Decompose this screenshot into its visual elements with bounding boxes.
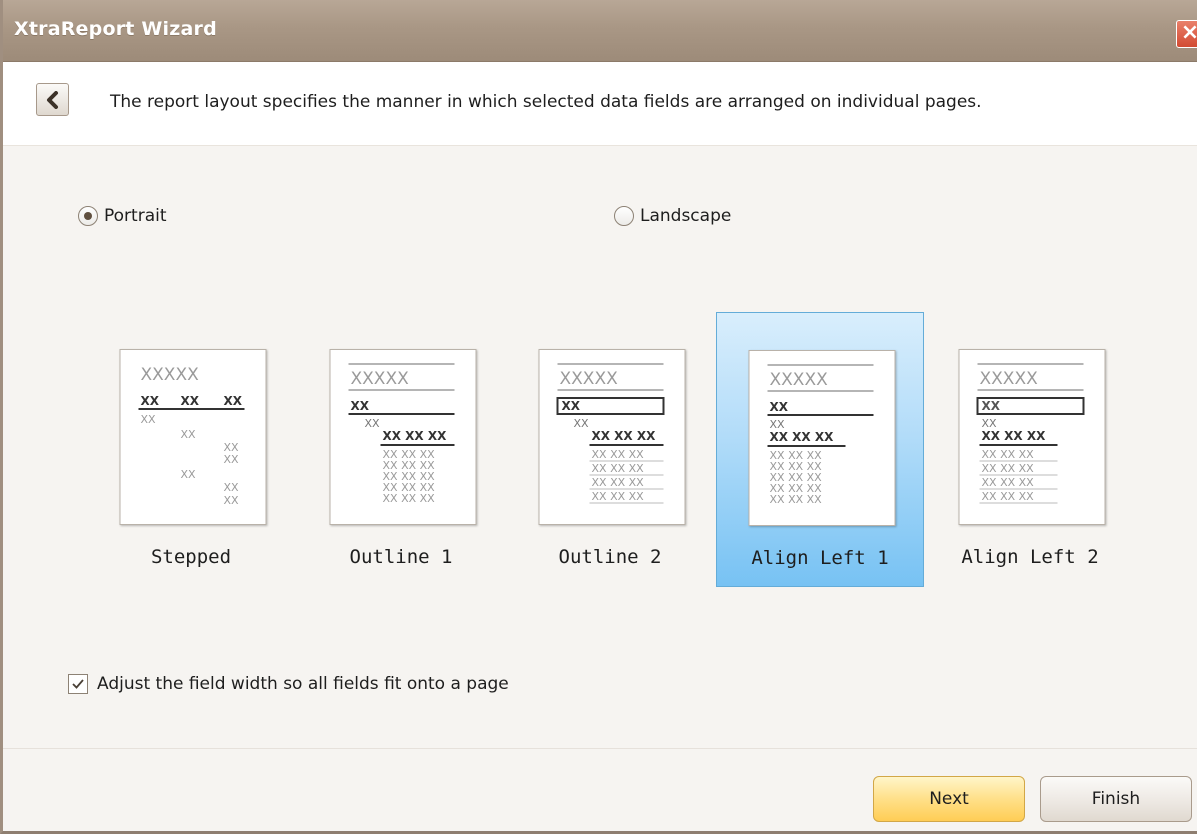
adjust-width-checkbox[interactable]: Adjust the field width so all fields fit… xyxy=(68,674,509,694)
landscape-label: Landscape xyxy=(640,206,732,226)
svg-text:XX: XX xyxy=(181,394,200,408)
layout-stepped[interactable]: XXXXX XX XX XX XX XX XX XX XX XX XX Step… xyxy=(87,312,295,587)
svg-text:XX XX XX: XX XX XX xyxy=(592,462,645,475)
svg-text:XX XX XX: XX XX XX xyxy=(592,476,645,489)
header-description: The report layout specifies the manner i… xyxy=(110,92,982,112)
wizard-header: The report layout specifies the manner i… xyxy=(3,62,1197,146)
svg-text:XX: XX xyxy=(224,394,243,408)
landscape-radio[interactable]: Landscape xyxy=(614,206,731,226)
svg-text:XX: XX xyxy=(982,399,1001,413)
align-left-1-thumbnail: XXXXX XX XX XX XX XX XX XX XX XX XX XX X… xyxy=(748,350,896,526)
svg-text:XX: XX xyxy=(181,468,197,481)
svg-text:XX XX XX: XX XX XX xyxy=(770,430,835,444)
layout-label: Outline 1 xyxy=(349,546,453,568)
svg-text:XX XX XX: XX XX XX xyxy=(982,429,1047,443)
next-button[interactable]: Next xyxy=(873,776,1025,822)
svg-text:XX XX XX: XX XX XX xyxy=(982,490,1035,503)
svg-text:XX XX XX: XX XX XX xyxy=(383,429,448,443)
svg-text:XXXXX: XXXXX xyxy=(770,370,829,390)
radio-button-icon xyxy=(78,206,98,226)
svg-text:XX: XX xyxy=(224,494,240,507)
svg-text:XX: XX xyxy=(141,413,157,426)
svg-text:XX: XX xyxy=(224,453,240,466)
layout-align-left-1[interactable]: XXXXX XX XX XX XX XX XX XX XX XX XX XX X… xyxy=(716,312,924,587)
title-bar: XtraReport Wizard × xyxy=(3,0,1197,62)
window-title: XtraReport Wizard xyxy=(14,18,217,40)
svg-text:XXXXX: XXXXX xyxy=(351,369,410,389)
layout-label: Align Left 1 xyxy=(751,547,889,569)
align-left-2-thumbnail: XXXXX XX XX XX XX XX XX XX XX XX XX XX X… xyxy=(958,349,1106,525)
portrait-radio[interactable]: Portrait xyxy=(78,206,167,226)
finish-button[interactable]: Finish xyxy=(1040,776,1192,822)
svg-text:XX: XX xyxy=(351,399,370,413)
svg-text:XXXXX: XXXXX xyxy=(560,369,619,389)
back-button[interactable] xyxy=(36,83,69,116)
svg-text:XXXXX: XXXXX xyxy=(980,369,1039,389)
svg-text:XX XX XX: XX XX XX xyxy=(982,462,1035,475)
radio-button-icon xyxy=(614,206,634,226)
adjust-width-label: Adjust the field width so all fields fit… xyxy=(97,674,509,694)
back-arrow-icon xyxy=(47,91,58,109)
layout-label: Outline 2 xyxy=(558,546,662,568)
close-icon[interactable]: × xyxy=(1176,20,1197,48)
layout-outline-1[interactable]: XXXXX XX XX XX XX XX XX XX XX XX XX XX X… xyxy=(297,312,505,587)
portrait-label: Portrait xyxy=(104,206,167,226)
svg-text:XX: XX xyxy=(365,417,381,430)
checkbox-icon xyxy=(68,674,88,694)
svg-text:XX: XX xyxy=(562,399,581,413)
stepped-thumbnail: XXXXX XX XX XX XX XX XX XX XX XX XX xyxy=(119,349,267,525)
svg-text:XX: XX xyxy=(181,428,197,441)
svg-text:XX: XX xyxy=(141,394,160,408)
svg-text:XX XX XX: XX XX XX xyxy=(982,448,1035,461)
svg-text:XX XX XX: XX XX XX xyxy=(383,492,436,505)
layout-outline-2[interactable]: XXXXX XX XX XX XX XX XX XX XX XX XX XX X… xyxy=(506,312,714,587)
svg-text:XX: XX xyxy=(574,417,590,430)
footer-divider xyxy=(3,748,1197,749)
outline-2-thumbnail: XXXXX XX XX XX XX XX XX XX XX XX XX XX X… xyxy=(538,349,686,525)
svg-text:XX XX XX: XX XX XX xyxy=(982,476,1035,489)
layout-label: Stepped xyxy=(150,546,232,568)
layout-label: Align Left 2 xyxy=(961,546,1099,568)
svg-text:XX XX XX: XX XX XX xyxy=(592,490,645,503)
svg-text:XX XX XX: XX XX XX xyxy=(592,429,657,443)
svg-text:XXXXX: XXXXX xyxy=(141,365,200,385)
layout-align-left-2[interactable]: XXXXX XX XX XX XX XX XX XX XX XX XX XX X… xyxy=(926,312,1134,587)
wizard-window: XtraReport Wizard × The report layout sp… xyxy=(0,0,1197,834)
outline-1-thumbnail: XXXXX XX XX XX XX XX XX XX XX XX XX XX X… xyxy=(329,349,477,525)
svg-text:XX: XX xyxy=(224,481,240,494)
svg-text:XX XX XX: XX XX XX xyxy=(770,493,823,506)
svg-text:XX: XX xyxy=(770,400,789,414)
svg-text:XX XX XX: XX XX XX xyxy=(592,448,645,461)
